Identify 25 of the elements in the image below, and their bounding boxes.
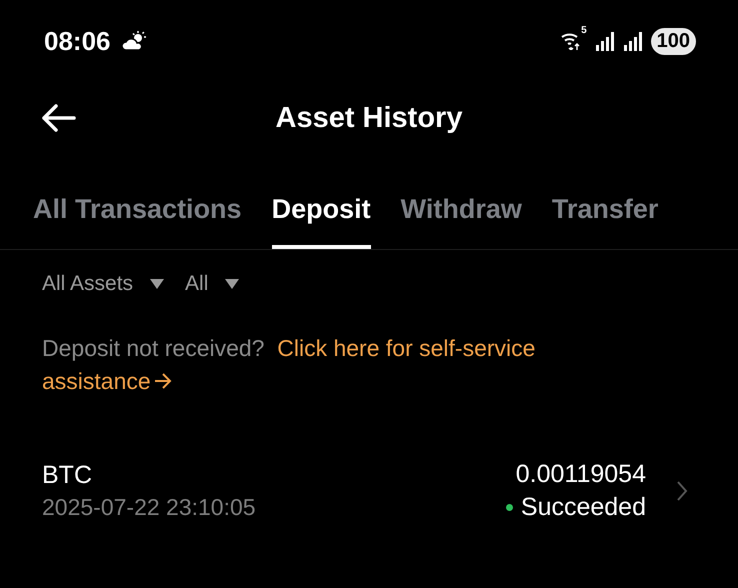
tab[interactable]: Transfer xyxy=(552,178,658,249)
caret-icon xyxy=(149,278,166,290)
battery-level: 100 xyxy=(650,28,696,54)
signal-icon xyxy=(622,31,643,51)
self-service-link[interactable]: assistance xyxy=(42,368,151,394)
back-button[interactable] xyxy=(40,103,76,133)
tab[interactable]: Deposit xyxy=(272,178,371,249)
caret-icon xyxy=(224,278,240,290)
transaction-row[interactable]: BTC 2025-07-22 23:10:05 0.00119054 Succeeded xyxy=(0,460,738,522)
self-service-link[interactable]: Click here for self-service xyxy=(277,335,536,361)
signal-icon xyxy=(594,31,615,51)
status-text: Succeeded xyxy=(520,493,646,522)
amount-value: 0.00119054 xyxy=(516,460,646,489)
clock-time: 08:06 xyxy=(44,26,110,56)
filter-dropdown[interactable]: All xyxy=(185,272,240,296)
transaction-time: 2025-07-22 23:10:05 xyxy=(42,494,257,521)
filter-dropdown[interactable]: All Assets xyxy=(42,272,166,296)
tab[interactable]: Withdraw xyxy=(400,178,522,249)
tab[interactable]: All Transactions xyxy=(33,178,242,249)
asset-name: BTC xyxy=(42,461,93,490)
weather-icon xyxy=(120,31,146,51)
page-title: Asset History xyxy=(276,102,462,134)
notice-text: Deposit not received? xyxy=(42,335,264,361)
chevron-icon xyxy=(676,480,688,502)
arrow-icon xyxy=(152,372,173,390)
